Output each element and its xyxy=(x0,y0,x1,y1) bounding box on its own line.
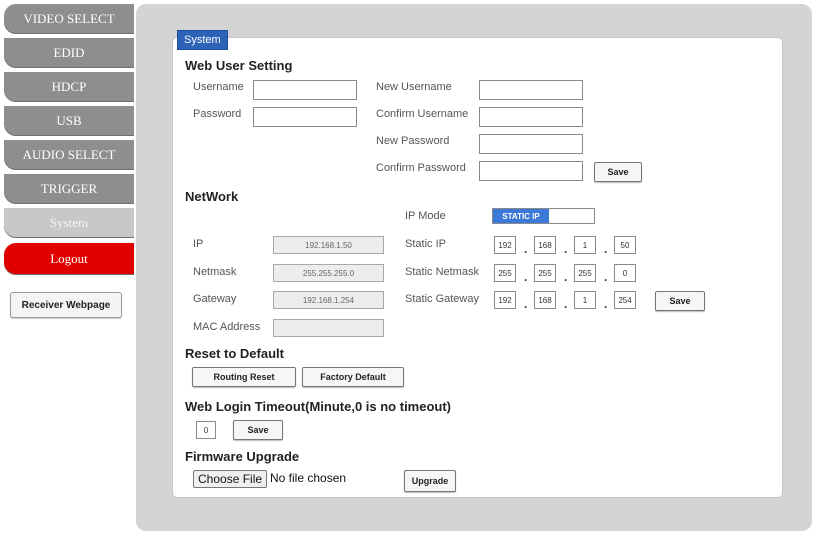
new-username-label: New Username xyxy=(376,81,452,93)
ip-mode-label: IP Mode xyxy=(405,210,446,222)
logout-button[interactable]: Logout xyxy=(4,243,134,275)
choose-file-button[interactable]: Choose File xyxy=(193,470,268,488)
gateway-label: Gateway xyxy=(193,293,237,305)
mac-address-value xyxy=(273,319,384,337)
ip-value: 192.168.1.50 xyxy=(273,236,384,254)
static-ip-octet-1[interactable]: 192 xyxy=(494,236,516,254)
octet-dot: . xyxy=(524,270,528,284)
new-password-label: New Password xyxy=(376,135,450,147)
octet-dot: . xyxy=(604,297,608,311)
static-gateway-octet-1[interactable]: 192 xyxy=(494,291,516,309)
factory-default-button[interactable]: Factory Default xyxy=(302,367,404,387)
nav-edid[interactable]: EDID xyxy=(4,38,134,68)
mac-address-label: MAC Address xyxy=(193,321,261,333)
octet-dot: . xyxy=(524,242,528,256)
routing-reset-button[interactable]: Routing Reset xyxy=(192,367,296,387)
nav-trigger[interactable]: TRIGGER xyxy=(4,174,134,204)
receiver-webpage-button[interactable]: Receiver Webpage xyxy=(10,292,122,318)
static-gateway-octet-2[interactable]: 168 xyxy=(534,291,556,309)
confirm-username-input[interactable] xyxy=(479,107,583,127)
netmask-value: 255.255.255.0 xyxy=(273,264,384,282)
static-netmask-label: Static Netmask xyxy=(405,266,479,278)
no-file-label: No file chosen xyxy=(270,471,347,485)
new-password-input[interactable] xyxy=(479,134,583,154)
ip-mode-toggle[interactable]: STATIC IP xyxy=(492,208,595,224)
password-label: Password xyxy=(193,108,242,120)
ip-mode-value: STATIC IP xyxy=(493,209,549,223)
octet-dot: . xyxy=(604,270,608,284)
timeout-heading: Web Login Timeout(Minute,0 is no timeout… xyxy=(185,399,452,414)
static-gateway-label: Static Gateway xyxy=(405,293,479,305)
nav-label: AUDIO SELECT xyxy=(22,147,116,162)
nav-hdcp[interactable]: HDCP xyxy=(4,72,134,102)
ip-label: IP xyxy=(193,238,204,250)
timeout-input[interactable]: 0 xyxy=(196,421,216,439)
nav-label: System xyxy=(49,215,89,230)
nav-label: TRIGGER xyxy=(40,181,98,196)
static-netmask-octet-1[interactable]: 255 xyxy=(494,264,516,282)
upgrade-button[interactable]: Upgrade xyxy=(404,470,456,492)
nav-label: VIDEO SELECT xyxy=(23,11,115,26)
octet-dot: . xyxy=(564,270,568,284)
octet-dot: . xyxy=(564,242,568,256)
nav-system[interactable]: System xyxy=(4,208,134,238)
confirm-username-label: Confirm Username xyxy=(376,108,469,120)
static-ip-octet-4[interactable]: 50 xyxy=(614,236,636,254)
save-timeout-button[interactable]: Save xyxy=(233,420,283,440)
confirm-password-label: Confirm Password xyxy=(376,162,466,174)
save-network-button[interactable]: Save xyxy=(655,291,705,311)
confirm-password-input[interactable] xyxy=(479,161,583,181)
tab-system[interactable]: System xyxy=(177,30,228,50)
gateway-value: 192.168.1.254 xyxy=(273,291,384,309)
static-ip-octet-2[interactable]: 168 xyxy=(534,236,556,254)
network-heading: NetWork xyxy=(185,189,239,204)
firmware-heading: Firmware Upgrade xyxy=(185,449,300,464)
nav-label: USB xyxy=(56,113,82,128)
web-user-heading: Web User Setting xyxy=(185,58,293,73)
new-username-input[interactable] xyxy=(479,80,583,100)
logout-label: Logout xyxy=(50,251,88,266)
static-gateway-octet-4[interactable]: 254 xyxy=(614,291,636,309)
nav-label: HDCP xyxy=(51,79,87,94)
netmask-label: Netmask xyxy=(193,266,237,278)
nav-label: EDID xyxy=(53,45,85,60)
static-netmask-octet-4[interactable]: 0 xyxy=(614,264,636,282)
password-input[interactable] xyxy=(253,107,357,127)
static-gateway-octet-3[interactable]: 1 xyxy=(574,291,596,309)
reset-heading: Reset to Default xyxy=(185,346,284,361)
octet-dot: . xyxy=(564,297,568,311)
static-ip-octet-3[interactable]: 1 xyxy=(574,236,596,254)
static-ip-label: Static IP xyxy=(405,238,446,250)
static-netmask-octet-3[interactable]: 255 xyxy=(574,264,596,282)
octet-dot: . xyxy=(604,242,608,256)
nav-usb[interactable]: USB xyxy=(4,106,134,136)
username-input[interactable] xyxy=(253,80,357,100)
username-label: Username xyxy=(193,81,244,93)
static-netmask-octet-2[interactable]: 255 xyxy=(534,264,556,282)
nav-audio-select[interactable]: AUDIO SELECT xyxy=(4,140,134,170)
octet-dot: . xyxy=(524,297,528,311)
save-user-button[interactable]: Save xyxy=(594,162,642,182)
nav-video-select[interactable]: VIDEO SELECT xyxy=(4,4,134,34)
